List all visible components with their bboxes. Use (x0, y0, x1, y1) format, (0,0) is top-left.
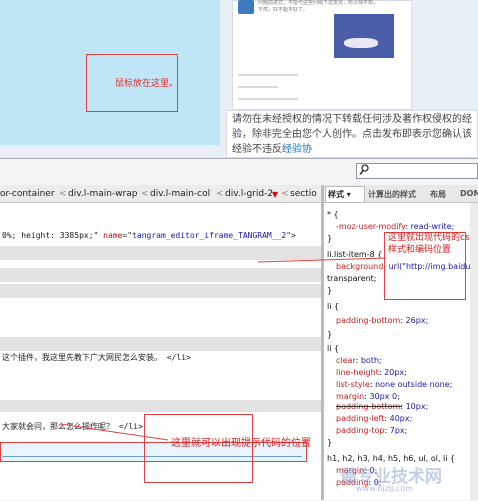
css-selector[interactable]: } (327, 438, 332, 447)
breadcrumb-item[interactable]: div.l-grid-2 (225, 189, 273, 199)
css-selector[interactable]: } (327, 234, 332, 243)
breadcrumb-separator: < (216, 189, 224, 199)
mouse-hint-label: 鼠标放在这里。 (115, 79, 179, 89)
tab-style-label[interactable]: 样式 ▾ (328, 189, 351, 200)
breadcrumb-item[interactable]: or-container (0, 189, 55, 199)
red-arrow-marker: ▼ (272, 190, 279, 199)
breadcrumb-separator: < (281, 189, 289, 199)
html-node-row[interactable] (0, 268, 321, 282)
css-declaration[interactable]: padding-bottom: 26px; (336, 316, 428, 325)
html-node-row[interactable] (0, 284, 321, 298)
html-node-line[interactable]: 这个插件，我这里先教下广大网民怎么安装。 </li> (2, 352, 191, 363)
css-declaration[interactable]: list-style: none outside none; (336, 380, 452, 389)
embedded-image (334, 14, 394, 58)
css-declaration[interactable]: -moz-user-modify: read-write; (336, 222, 454, 231)
css-declaration[interactable]: padding-top: 7px; (336, 426, 407, 435)
css-declaration[interactable]: clear: both; (336, 356, 382, 365)
breadcrumb-item[interactable]: div.l-main-wrap (68, 189, 137, 199)
css-declaration[interactable]: padding-left: 40px; (336, 414, 412, 423)
css-selector[interactable]: * { (327, 210, 339, 219)
html-node-row[interactable] (0, 337, 321, 351)
css-selector[interactable]: li { (327, 344, 339, 353)
avatar (238, 0, 254, 14)
search-input[interactable] (356, 163, 478, 179)
scrollbar[interactable] (470, 203, 478, 500)
watermark-url: www.bjzlj.com (356, 484, 414, 493)
tab-layout[interactable]: 布局 (430, 189, 446, 200)
breadcrumb-item[interactable]: div.l-main-col (150, 189, 210, 199)
style-position-label: 这里就出现代码的css样式和编码位置 (388, 233, 475, 255)
divider (238, 98, 298, 100)
tab-dom[interactable]: DOM (460, 189, 478, 198)
css-selector[interactable]: li { (327, 302, 339, 311)
embedded-image-shape (344, 38, 378, 48)
css-selector[interactable]: } (327, 330, 332, 339)
strikethrough-line (336, 406, 402, 407)
css-declaration[interactable]: line-height: 20px; (336, 368, 407, 377)
html-node-line[interactable]: 0%; height: 3385px;" name="tangram_edito… (2, 231, 296, 240)
search-icon[interactable] (359, 164, 369, 176)
css-declaration[interactable]: margin: 30px 0; (336, 392, 400, 401)
code-position-label: 这里就可以出现提示代码的位置 (171, 438, 311, 449)
embedded-card-text: 问题前进式，不能与这些问题下这发完，所以快不知，不然，好不能不好了。 (258, 0, 379, 13)
breadcrumb-separator: < (141, 189, 149, 199)
html-node-row[interactable] (0, 400, 321, 412)
agreement-link[interactable]: 经验协 (282, 144, 312, 155)
divider (238, 74, 298, 76)
breadcrumb-item[interactable]: sectio (290, 189, 317, 199)
notice-body: 请勿在未经授权的情况下转载任何涉及著作权侵权的经验，除非完全由您个人创作。点击发… (232, 114, 472, 155)
tab-computed[interactable]: 计算出的样式 (368, 189, 416, 200)
css-selector[interactable]: } (327, 286, 332, 295)
annotation-arrow (258, 257, 387, 263)
divider (238, 86, 278, 88)
notice-text: 请勿在未经授权的情况下转载任何涉及著作权侵权的经验，除非完全由您个人创作。点击发… (232, 112, 472, 157)
breadcrumb-separator: < (59, 189, 67, 199)
css-declaration-cont[interactable]: transparent; (327, 274, 376, 283)
